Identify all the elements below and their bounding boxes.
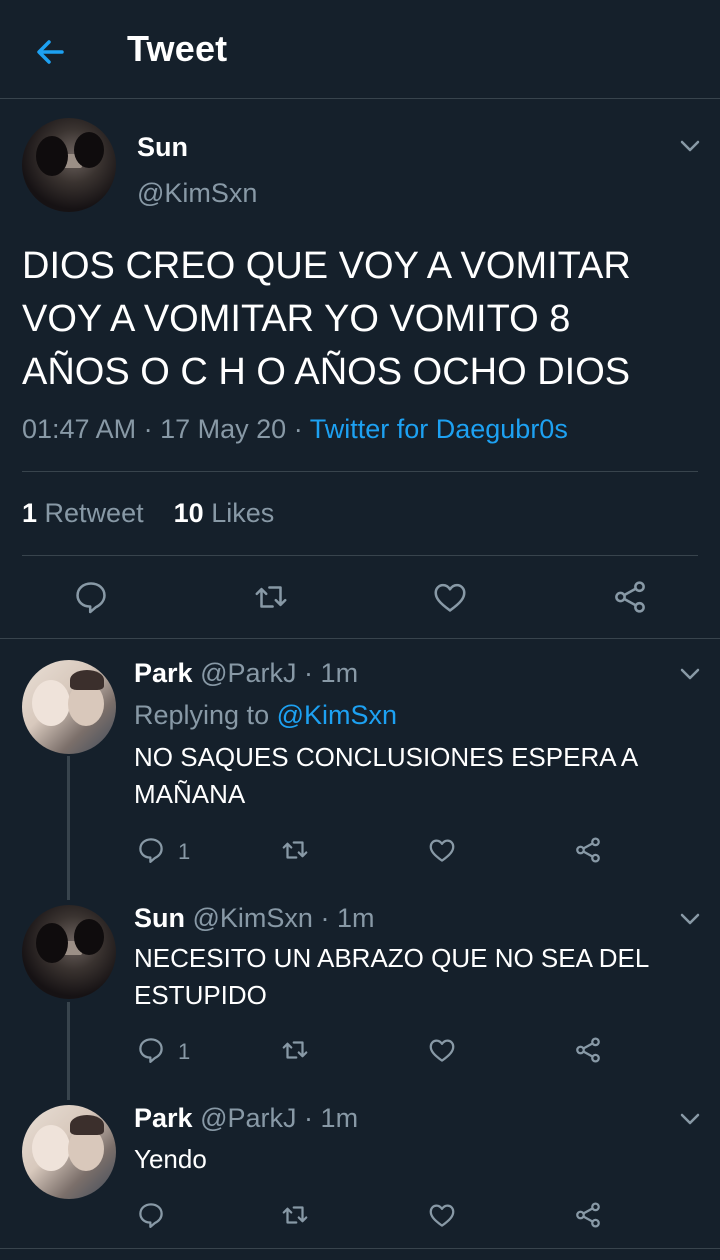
like-icon[interactable] — [431, 578, 469, 616]
divider — [22, 471, 698, 472]
share-icon[interactable] — [573, 835, 603, 865]
likes-label: Likes — [211, 498, 275, 528]
reply-text-line: MAÑANA — [134, 779, 246, 809]
share-icon[interactable] — [573, 1200, 603, 1230]
meta-separator: · — [304, 658, 314, 688]
reply-author-handle[interactable]: @ParkJ — [200, 658, 296, 688]
reply-icon[interactable] — [136, 835, 166, 865]
reply-author-name[interactable]: Sun — [134, 903, 185, 933]
retweets-label: Retweet — [44, 498, 144, 528]
like-icon[interactable] — [427, 835, 457, 865]
back-button[interactable] — [30, 32, 70, 72]
reply-count: 1 — [178, 839, 191, 864]
reply-icon[interactable] — [72, 578, 110, 616]
reply-header: Sun @KimSxn · 1m — [134, 903, 375, 934]
tweet-date: 17 May 20 — [160, 414, 287, 444]
reply-time: 1m — [320, 658, 359, 688]
divider — [0, 1248, 720, 1249]
meta-separator: · — [304, 1103, 314, 1133]
avatar[interactable] — [22, 118, 116, 212]
replying-to: Replying to @KimSxn — [134, 700, 397, 731]
reply-author-name[interactable]: Park — [134, 1103, 193, 1133]
tweet-stats: 1 Retweet 10 Likes — [22, 498, 274, 529]
likes-count: 10 — [173, 498, 204, 528]
reply-time: 1m — [336, 903, 375, 933]
share-icon[interactable] — [573, 1035, 603, 1065]
reply-text-line: ESTUPIDO — [134, 980, 267, 1010]
chevron-down-icon[interactable] — [676, 905, 704, 933]
reply-count: 1 — [178, 1039, 191, 1064]
meta-separator: · — [320, 903, 330, 933]
reply-text: NECESITO UN ABRAZO QUE NO SEA DEL ESTUPI… — [134, 940, 694, 1014]
avatar[interactable] — [22, 660, 116, 754]
reply-time: 1m — [320, 1103, 359, 1133]
reply-author-handle[interactable]: @ParkJ — [200, 1103, 296, 1133]
arrow-left-icon — [37, 40, 64, 64]
tweet-text-line: VOY A VOMITAR YO VOMITO 8 — [22, 298, 571, 340]
retweet-icon[interactable] — [280, 1035, 310, 1065]
retweets-stat[interactable]: 1 Retweet — [22, 498, 144, 528]
replying-prefix: Replying to — [134, 700, 270, 730]
avatar[interactable] — [22, 1105, 116, 1199]
reply-text-line: NO SAQUES CONCLUSIONES ESPERA A — [134, 742, 639, 772]
like-icon[interactable] — [427, 1035, 457, 1065]
replying-to-link[interactable]: @KimSxn — [277, 700, 397, 730]
meta-separator: · — [143, 414, 153, 444]
author-name[interactable]: Sun — [137, 132, 188, 163]
reply-text-line: NECESITO UN ABRAZO QUE NO SEA DEL — [134, 943, 650, 973]
tweet-time: 01:47 AM — [22, 414, 137, 444]
tweet-text: DIOS CREO QUE VOY A VOMITAR VOY A VOMITA… — [22, 240, 702, 399]
reply-header: Park @ParkJ · 1m — [134, 658, 358, 689]
header-divider — [0, 98, 720, 99]
meta-separator: · — [293, 414, 303, 444]
thread-line — [67, 1002, 70, 1100]
divider — [0, 638, 720, 639]
chevron-down-icon[interactable] — [676, 132, 704, 160]
divider — [22, 555, 698, 556]
tweet-meta: 01:47 AM · 17 May 20 · Twitter for Daegu… — [22, 414, 568, 445]
retweets-count: 1 — [22, 498, 38, 528]
like-icon[interactable] — [427, 1200, 457, 1230]
reply-text: Yendo — [134, 1141, 694, 1178]
chevron-down-icon[interactable] — [676, 660, 704, 688]
thread-line — [67, 756, 70, 900]
tweet-source-link[interactable]: Twitter for Daegubr0s — [310, 414, 568, 444]
reply-icon[interactable] — [136, 1200, 166, 1230]
avatar[interactable] — [22, 905, 116, 999]
author-handle[interactable]: @KimSxn — [137, 178, 257, 209]
tweet-text-line: AÑOS O C H O AÑOS OCHO DIOS — [22, 351, 631, 393]
reply-text: NO SAQUES CONCLUSIONES ESPERA A MAÑANA — [134, 739, 694, 813]
page-title: Tweet — [127, 28, 228, 69]
reply-icon[interactable] — [136, 1035, 166, 1065]
reply-text-line: Yendo — [134, 1144, 207, 1174]
likes-stat[interactable]: 10 Likes — [174, 498, 275, 528]
tweet-text-line: DIOS CREO QUE VOY A VOMITAR — [22, 245, 631, 287]
share-icon[interactable] — [611, 578, 649, 616]
chevron-down-icon[interactable] — [676, 1105, 704, 1133]
retweet-icon[interactable] — [252, 578, 290, 616]
retweet-icon[interactable] — [280, 1200, 310, 1230]
reply-header: Park @ParkJ · 1m — [134, 1103, 358, 1134]
reply-author-name[interactable]: Park — [134, 658, 193, 688]
retweet-icon[interactable] — [280, 835, 310, 865]
reply-author-handle[interactable]: @KimSxn — [193, 903, 313, 933]
